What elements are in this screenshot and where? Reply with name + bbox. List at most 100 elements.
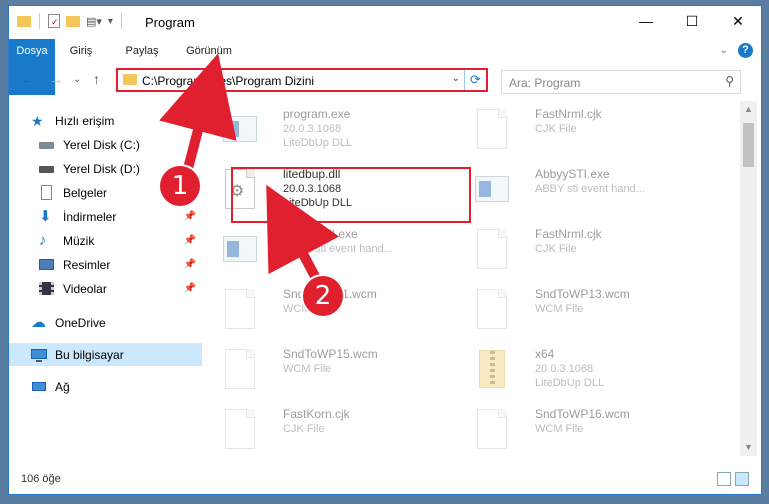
help-icon[interactable]: ?	[738, 43, 753, 58]
recent-locations-icon[interactable]: ⌄	[73, 74, 81, 85]
nav-item-pictures[interactable]: Resimler 📌	[9, 253, 202, 276]
file-version: 20.0.3.1068	[535, 363, 594, 375]
file-name: x64	[535, 347, 555, 361]
expand-ribbon-icon[interactable]: ⌄	[720, 45, 728, 56]
search-icon[interactable]: ⚲	[725, 74, 734, 88]
nav-item-this-pc[interactable]: Bu bilgisayar	[9, 343, 202, 366]
file-item[interactable]: x64 20.0.3.1068 LiteDbUp DLL	[461, 343, 701, 399]
up-icon[interactable]: ↑	[93, 71, 100, 87]
file-name: FastNrml.cjk	[535, 227, 602, 241]
nav-item-network[interactable]: Ağ	[9, 375, 202, 398]
file-item[interactable]: SndToWP15.wcm WCM File	[209, 343, 449, 399]
step-badge-2: 2	[303, 276, 343, 316]
file-description: LiteDbUp DLL	[535, 377, 605, 389]
navigation-row: ← → ⌄ ↑ C:\Program Files\Program Dizini …	[9, 66, 761, 94]
vertical-scrollbar[interactable]: ▲ ▼	[740, 101, 757, 456]
address-path[interactable]: C:\Program Files\Program Dizini	[142, 74, 314, 88]
file-name: AbbyySTI.exe	[283, 227, 358, 241]
tab-home[interactable]: Giriş	[63, 39, 99, 63]
navigation-pane: ★ Hızlı erişim Yerel Disk (C:) Yerel Dis…	[9, 101, 202, 461]
nav-item-label: Yerel Disk (C:)	[63, 137, 140, 152]
file-item[interactable]: AbbyySTI.exe ABBY sti event hand...	[209, 223, 449, 279]
toolbar-divider	[39, 13, 40, 29]
ribbon-tabs: Dosya Giriş Paylaş Görünüm ⌄ ?	[9, 39, 761, 95]
file-item[interactable]: SndToWP16.wcm WCM File	[461, 403, 701, 459]
drive-icon	[39, 161, 55, 177]
chevron-down-icon[interactable]: ▾	[108, 16, 113, 27]
nav-item-label: İndirmeler	[63, 209, 117, 224]
file-description: ABBY sti event hand...	[535, 183, 645, 195]
back-icon[interactable]: ←	[21, 71, 35, 87]
file-item[interactable]: FastKorn.cjk CJK File	[209, 403, 449, 459]
file-type: WCM File	[535, 303, 584, 315]
exe-icon	[223, 107, 257, 151]
nav-item-downloads[interactable]: ⬇ İndirmeler 📌	[9, 205, 202, 228]
scroll-down-icon[interactable]: ▼	[740, 439, 757, 456]
details-view-icon[interactable]	[717, 472, 731, 486]
file-name: SndToWP13.wcm	[535, 287, 630, 301]
file-item[interactable]: AbbyySTI.exe ABBY sti event hand...	[461, 163, 701, 219]
file-item[interactable]: program.exe 20.0.3.1068 LiteDbUp DLL	[209, 103, 449, 159]
close-button[interactable]: ✕	[715, 6, 761, 36]
nav-item-music[interactable]: ♪ Müzik 📌	[9, 229, 202, 252]
maximize-button[interactable]: ☐	[669, 6, 715, 36]
file-description: LiteDbUp DLL	[283, 137, 353, 149]
download-icon: ⬇	[39, 207, 52, 225]
exe-icon	[475, 167, 509, 211]
pin-icon[interactable]: 📌	[184, 211, 196, 222]
pin-icon[interactable]: 📌	[184, 283, 196, 294]
file-item[interactable]: FastNrml.cjk CJK File	[461, 103, 701, 159]
file-item[interactable]: SndToWP13.wcm WCM File	[461, 283, 701, 339]
pin-icon[interactable]: 📌	[184, 259, 196, 270]
refresh-icon[interactable]: ⟳	[464, 70, 486, 90]
scroll-thumb[interactable]	[743, 123, 754, 167]
nav-item-disk-c[interactable]: Yerel Disk (C:)	[9, 133, 202, 156]
nav-item-onedrive[interactable]: ☁ OneDrive	[9, 311, 202, 334]
pictures-icon	[39, 257, 55, 273]
file-item[interactable]: FastNrml.cjk CJK File	[461, 223, 701, 279]
nav-item-label: Hızlı erişim	[55, 113, 115, 128]
pin-icon[interactable]: 📌	[184, 235, 196, 246]
forward-icon[interactable]: →	[49, 71, 63, 87]
computer-icon	[31, 347, 47, 363]
file-name: FastKorn.cjk	[283, 407, 350, 421]
properties-icon[interactable]: ✓	[48, 14, 60, 28]
file-type: CJK File	[535, 243, 577, 255]
scroll-up-icon[interactable]: ▲	[740, 101, 757, 118]
search-input[interactable]: Ara: Program ⚲	[501, 70, 741, 94]
search-placeholder: Ara: Program	[509, 76, 581, 90]
file-version: 20.0.3.1068	[283, 123, 342, 135]
explorer-window: ✓ ▤▾ ▾ Program — ☐ ✕ Dosya Giriş Paylaş …	[8, 5, 762, 495]
tab-view[interactable]: Görünüm	[181, 39, 237, 63]
document-icon	[223, 407, 257, 451]
new-folder-icon[interactable]	[66, 15, 80, 27]
customize-toolbar-icon[interactable]: ▤▾	[86, 15, 102, 28]
nav-item-quick-access[interactable]: ★ Hızlı erişim	[9, 109, 202, 132]
minimize-button[interactable]: —	[623, 6, 669, 36]
status-bar: 106 öğe	[9, 468, 761, 494]
address-bar[interactable]: C:\Program Files\Program Dizini ⌄ ⟳	[116, 68, 488, 92]
document-icon	[223, 347, 257, 391]
nav-item-videos[interactable]: Videolar 📌	[9, 277, 202, 300]
ribbon-right: ⌄ ?	[720, 43, 753, 58]
drive-icon	[39, 137, 55, 153]
nav-item-label: Müzik	[63, 233, 95, 248]
document-icon	[223, 287, 257, 331]
chevron-down-icon[interactable]: ⌄	[452, 73, 460, 84]
view-switcher	[717, 472, 749, 486]
nav-item-label: Videolar	[63, 281, 107, 296]
title-bar: ✓ ▤▾ ▾ Program — ☐ ✕	[9, 6, 761, 36]
star-icon: ★	[31, 112, 44, 129]
step-badge-1: 1	[160, 166, 200, 206]
window-controls: — ☐ ✕	[623, 6, 761, 36]
nav-item-label: Ağ	[55, 379, 70, 394]
tab-share[interactable]: Paylaş	[121, 39, 163, 63]
nav-item-label: Belgeler	[63, 185, 108, 200]
file-type: CJK File	[535, 123, 577, 135]
video-icon	[39, 281, 55, 297]
tiles-view-icon[interactable]	[735, 472, 749, 486]
nav-item-label: Resimler	[63, 257, 111, 272]
document-icon	[475, 407, 509, 451]
file-description: ABBY sti event hand...	[283, 243, 393, 255]
cloud-icon: ☁	[31, 313, 46, 331]
